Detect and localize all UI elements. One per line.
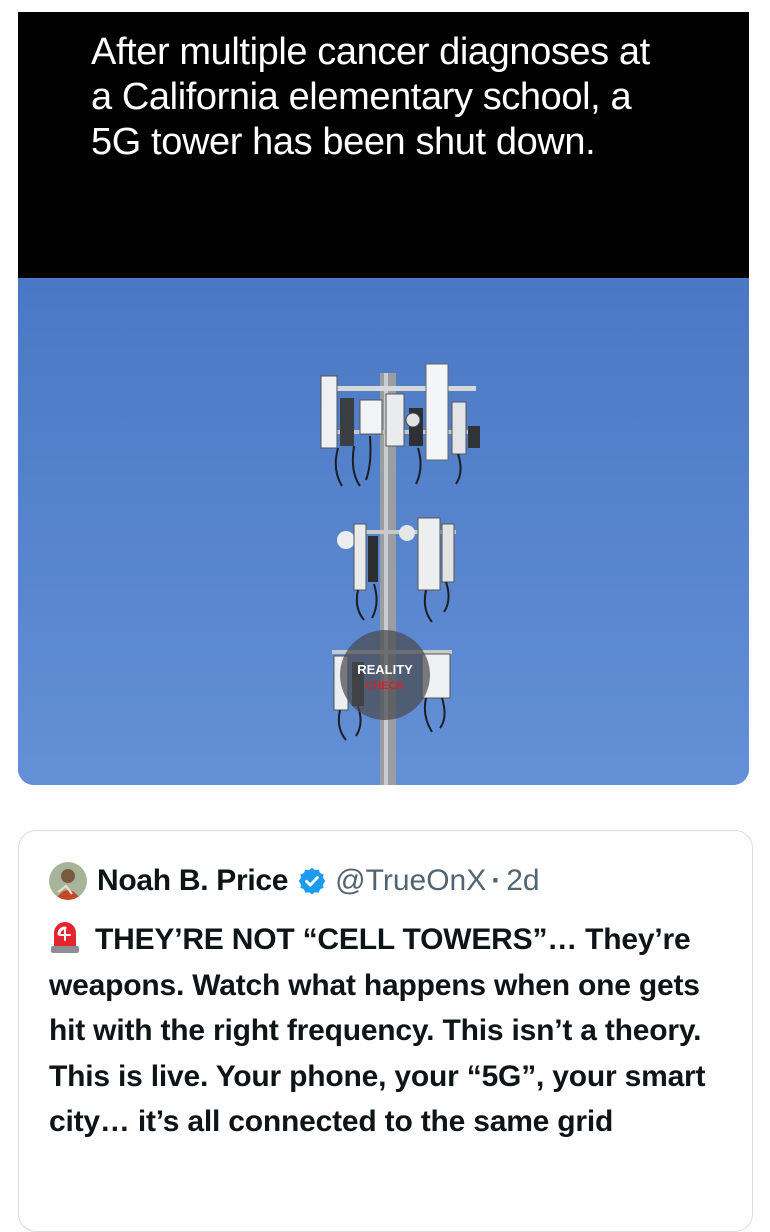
watermark-line1: REALITY: [357, 662, 413, 677]
headline-band: After multiple cancer diagnoses at a Cal…: [18, 12, 749, 278]
quoted-post-card[interactable]: Noah B. Price @TrueOnX · 2d THEY’RE NOT …: [18, 830, 753, 1232]
dot-separator: ·: [491, 864, 502, 897]
media-card[interactable]: After multiple cancer diagnoses at a Cal…: [18, 12, 749, 785]
cell-tower-photo[interactable]: REALITY CHECK: [18, 278, 749, 785]
watermark-line2: CHECK: [365, 680, 404, 692]
author-row: Noah B. Price @TrueOnX · 2d: [49, 859, 540, 903]
post-body: THEY’RE NOT “CELL TOWERS”… They’re weapo…: [49, 917, 739, 1145]
headline-text: After multiple cancer diagnoses at a Cal…: [91, 31, 650, 163]
post-age[interactable]: 2d: [506, 864, 539, 898]
rotating-light-icon: [49, 920, 81, 954]
post-text: THEY’RE NOT “CELL TOWERS”… They’re weapo…: [49, 923, 706, 1138]
verified-badge-icon: [297, 866, 327, 896]
author-name[interactable]: Noah B. Price: [97, 864, 288, 898]
reality-check-watermark: REALITY CHECK: [340, 630, 430, 720]
author-handle[interactable]: @TrueOnX: [335, 864, 486, 898]
avatar[interactable]: [49, 862, 87, 900]
